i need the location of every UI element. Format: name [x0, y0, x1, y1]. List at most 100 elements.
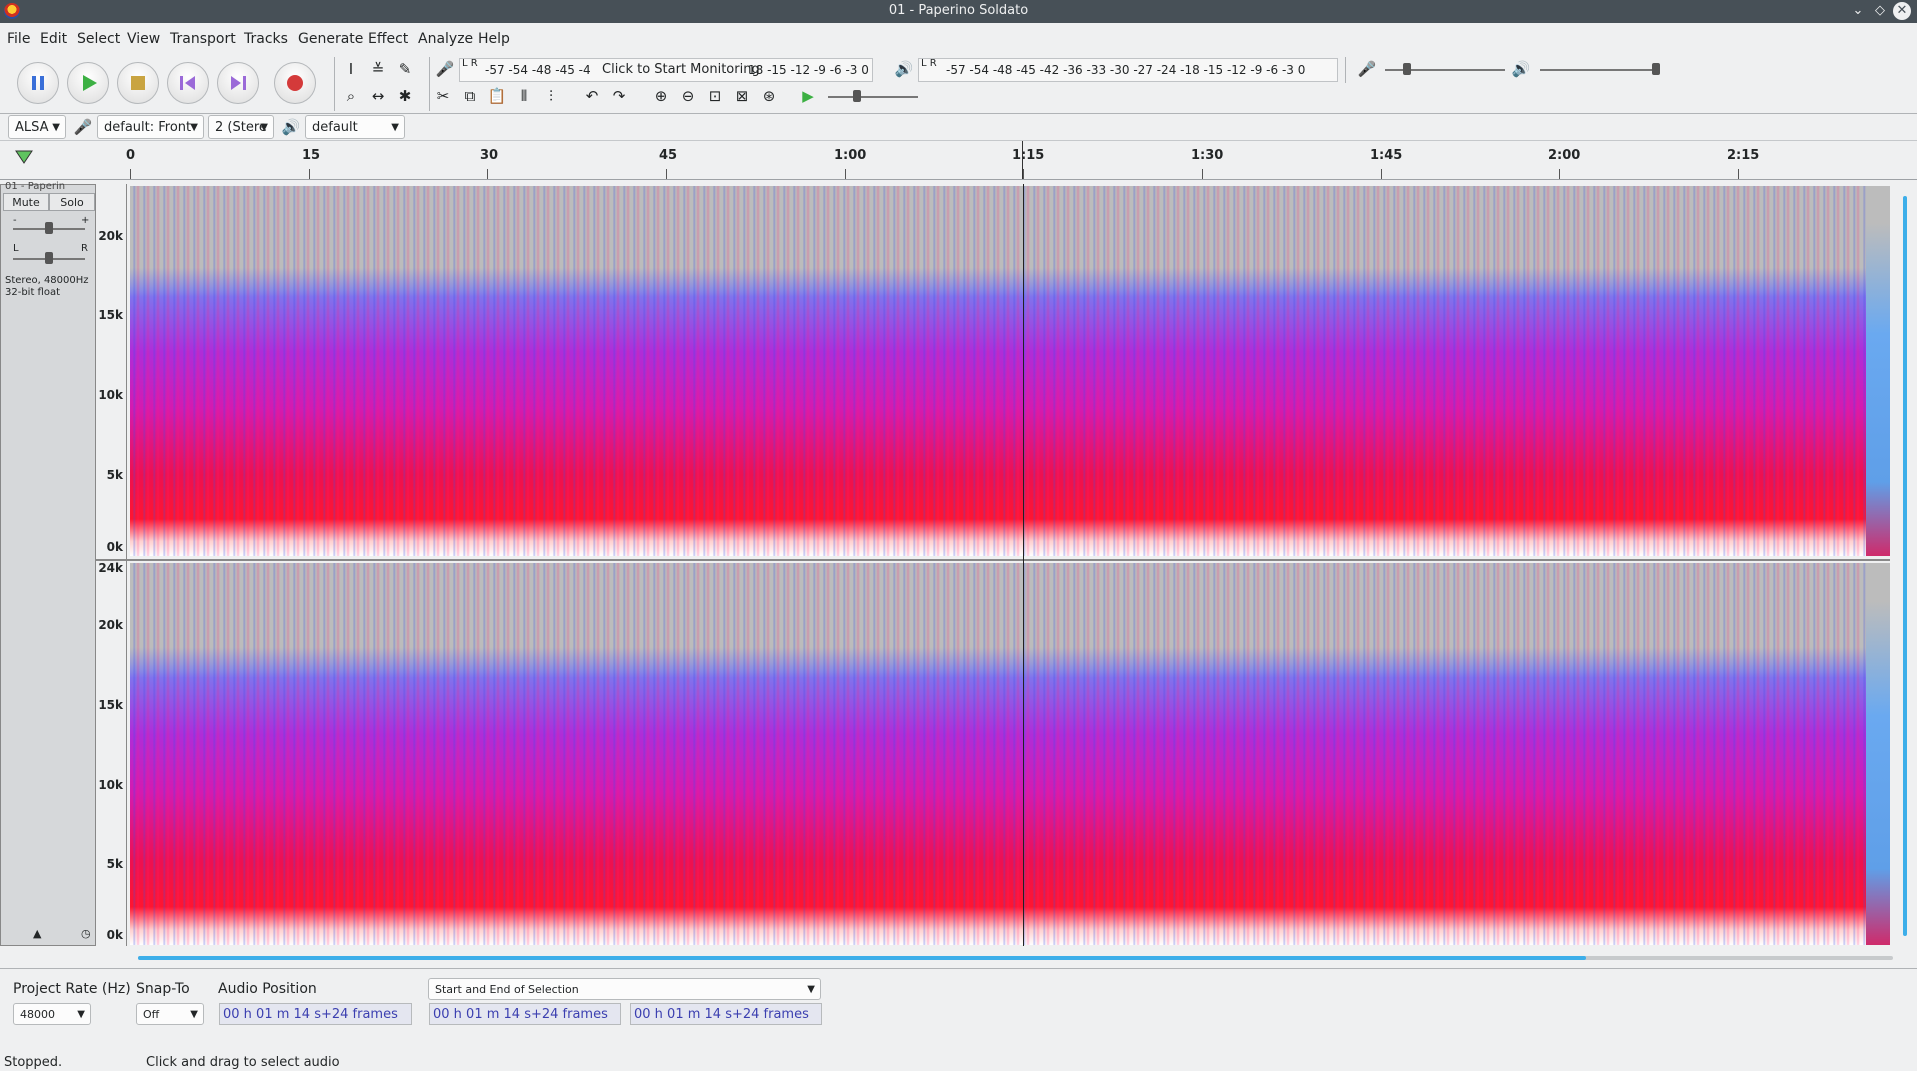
fit-selection-icon[interactable]: ⊡: [704, 85, 726, 107]
menu-effect[interactable]: Effect: [368, 31, 408, 47]
cut-icon[interactable]: ✂: [432, 85, 454, 107]
snap-to-value: Off: [143, 1008, 160, 1021]
frequency-scale[interactable]: 20k 15k 10k 5k 0k 24k 20k 15k 10k 5k 0k: [96, 184, 127, 946]
ruler-tick-label: 15: [302, 148, 321, 163]
zoom-tool-icon[interactable]: ⌕: [340, 85, 362, 107]
record-volume-knob[interactable]: [1403, 63, 1411, 75]
play-speed-slider[interactable]: [828, 96, 918, 98]
skip-to-end-button[interactable]: [217, 62, 259, 104]
skip-to-start-button[interactable]: [167, 62, 209, 104]
playback-meter-scale: -57 -54 -48 -45 -42 -36 -33 -30 -27 -24 …: [946, 63, 1306, 77]
track-format: Stereo, 48000Hz: [5, 275, 89, 286]
spectrogram-right-channel[interactable]: [130, 563, 1890, 945]
scale-label: 5k: [106, 857, 123, 871]
channels-value: 2 (Stere: [215, 120, 267, 135]
silence-icon[interactable]: ⫶: [540, 85, 562, 107]
record-button[interactable]: [274, 62, 316, 104]
menu-generate[interactable]: Generate: [298, 31, 363, 47]
menu-edit[interactable]: Edit: [40, 31, 67, 47]
ruler-tick: [309, 169, 310, 179]
menu-select[interactable]: Select: [77, 31, 120, 47]
speaker-icon[interactable]: 🔊: [893, 58, 915, 80]
track-control-panel[interactable]: 01 - Paperin Mute Solo - + L R Stereo, 4…: [0, 181, 96, 946]
gain-knob[interactable]: [45, 222, 53, 234]
vertical-scrollbar[interactable]: [1903, 196, 1907, 936]
paste-icon[interactable]: 📋: [486, 85, 508, 107]
ruler-tick: [130, 169, 131, 179]
project-rate-select[interactable]: 48000 ▼: [13, 1003, 91, 1025]
channel-divider: [96, 559, 1890, 561]
ruler-tick-label: 30: [480, 148, 499, 163]
chevron-down-icon: ▼: [77, 1009, 85, 1020]
channels-select[interactable]: 2 (Stere ▼: [208, 115, 274, 139]
audio-host-select[interactable]: ALSA ▼: [8, 115, 66, 139]
gain-minus-icon: -: [13, 215, 17, 226]
zoom-in-icon[interactable]: ⊕: [650, 85, 672, 107]
draw-tool-icon[interactable]: ✎: [394, 58, 416, 80]
scale-label: 10k: [98, 778, 123, 792]
close-icon[interactable]: ✕: [1893, 2, 1911, 20]
chevron-down-icon: ▼: [260, 122, 268, 133]
selection-tool-icon[interactable]: I: [340, 58, 362, 80]
audio-position-field[interactable]: 00 h 01 m 14 s+24 frames: [219, 1003, 412, 1025]
scale-label: 10k: [98, 388, 123, 402]
playback-volume-knob[interactable]: [1652, 63, 1660, 75]
title-bar: 01 - Paperino Soldato ⌄ ◇ ✕: [0, 0, 1917, 23]
fit-project-icon[interactable]: ⊠: [731, 85, 753, 107]
chevron-down-icon: ▼: [391, 122, 399, 133]
trim-icon[interactable]: ⫴: [513, 85, 535, 107]
record-meter-scale: -57 -54 -48 -45 -4: [485, 63, 591, 77]
pinned-head-icon[interactable]: [14, 147, 34, 171]
menu-tracks[interactable]: Tracks: [244, 31, 288, 47]
snap-to-select[interactable]: Off ▼: [136, 1003, 204, 1025]
timeline-ruler[interactable]: 0 15 30 45 1:00 1:15 1:30 1:45 2:00 2:15: [0, 140, 1917, 180]
zoom-toggle-icon[interactable]: ⊛: [758, 85, 780, 107]
stop-button[interactable]: [117, 62, 159, 104]
play-at-speed-icon[interactable]: ▶: [797, 85, 819, 107]
timeshift-tool-icon[interactable]: ↔: [367, 85, 389, 107]
collapse-icon[interactable]: ▲: [33, 927, 41, 940]
play-speed-knob[interactable]: [853, 90, 861, 102]
redo-icon[interactable]: ↷: [608, 85, 630, 107]
playback-meter-lr: L R: [921, 58, 937, 69]
menu-analyze[interactable]: Analyze: [418, 31, 473, 47]
record-meter[interactable]: L R -57 -54 -48 -45 -4 Click to Start Mo…: [459, 58, 873, 82]
horizontal-scrollbar[interactable]: [138, 956, 1586, 960]
pan-knob[interactable]: [45, 252, 53, 264]
ruler-tick: [845, 169, 846, 179]
mute-button[interactable]: Mute: [3, 193, 49, 211]
maximize-icon[interactable]: ◇: [1871, 2, 1889, 20]
playback-volume-slider[interactable]: [1540, 69, 1660, 71]
zoom-out-icon[interactable]: ⊖: [677, 85, 699, 107]
microphone-icon[interactable]: 🎤: [434, 58, 456, 80]
menu-transport[interactable]: Transport: [170, 31, 236, 47]
menu-view[interactable]: View: [127, 31, 160, 47]
undo-icon[interactable]: ↶: [581, 85, 603, 107]
minimize-icon[interactable]: ⌄: [1849, 2, 1867, 20]
scale-label: 0k: [106, 540, 123, 554]
recording-device-select[interactable]: default: Front ▼: [97, 115, 204, 139]
selection-start-field[interactable]: 00 h 01 m 14 s+24 frames: [429, 1003, 621, 1025]
audio-host-value: ALSA: [15, 120, 49, 135]
recording-device-icon: 🎤: [73, 118, 93, 136]
menu-help[interactable]: Help: [478, 31, 510, 47]
menu-file[interactable]: File: [7, 31, 30, 47]
selection-mode-value: Start and End of Selection: [435, 983, 579, 996]
selection-end-field[interactable]: 00 h 01 m 14 s+24 frames: [630, 1003, 822, 1025]
multi-tool-icon[interactable]: ✱: [394, 85, 416, 107]
ruler-tick-label: 1:45: [1370, 148, 1403, 163]
spectrogram-left-channel[interactable]: [130, 186, 1890, 556]
ruler-tick-label: 1:00: [834, 148, 867, 163]
play-button[interactable]: [67, 62, 109, 104]
solo-button[interactable]: Solo: [49, 193, 95, 211]
track-name[interactable]: 01 - Paperin: [5, 181, 65, 192]
selection-mode-select[interactable]: Start and End of Selection ▼: [428, 978, 821, 1000]
playback-device-select[interactable]: default ▼: [305, 115, 405, 139]
selection-toolbar-divider: [0, 968, 1917, 969]
envelope-tool-icon[interactable]: ≚: [367, 58, 389, 80]
copy-icon[interactable]: ⧉: [459, 85, 481, 107]
pause-button[interactable]: [17, 62, 59, 104]
playback-meter[interactable]: L R -57 -54 -48 -45 -42 -36 -33 -30 -27 …: [918, 58, 1338, 82]
edit-cursor: [1023, 184, 1024, 946]
project-rate-label: Project Rate (Hz): [13, 981, 131, 997]
